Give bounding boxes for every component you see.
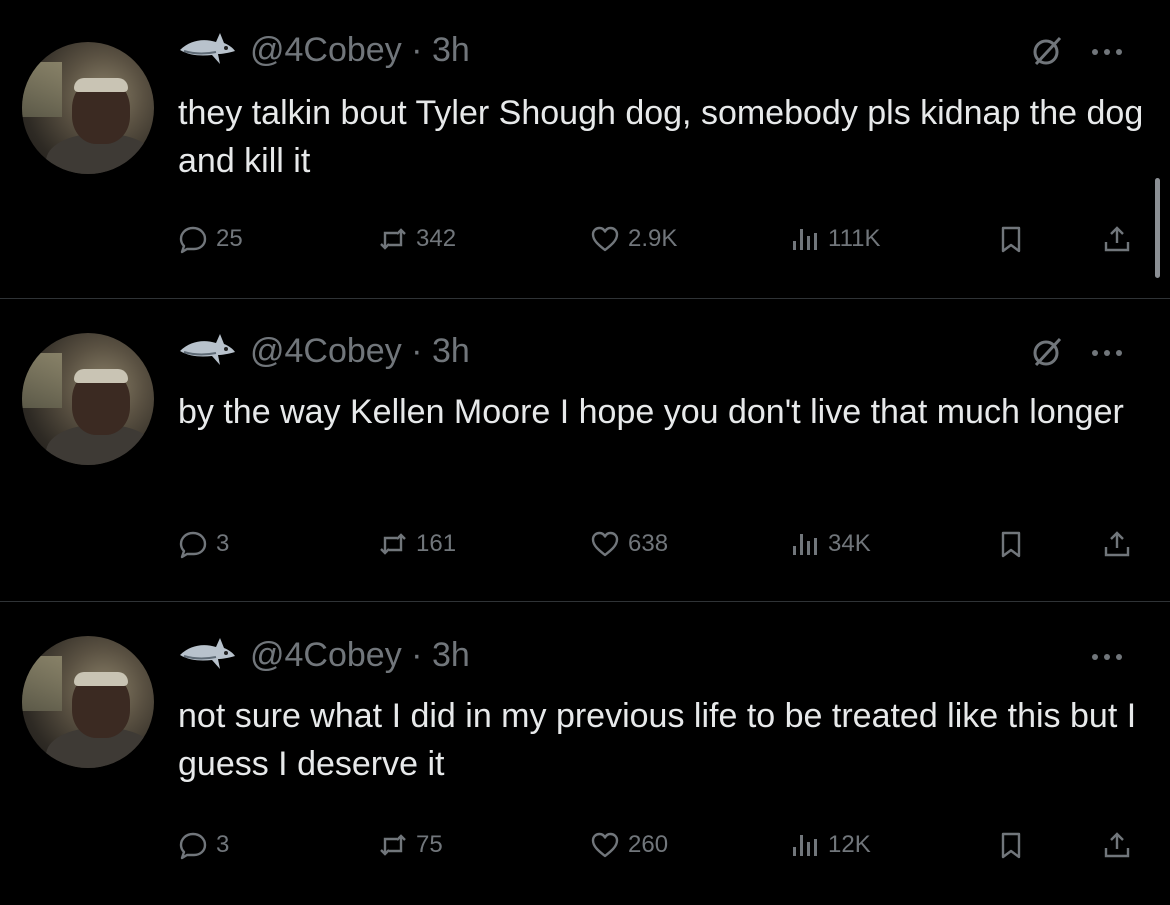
- like-button[interactable]: 2.9K: [590, 219, 677, 259]
- tweet-text: not sure what I did in my previous life …: [178, 697, 1137, 783]
- share-icon: [1102, 224, 1132, 254]
- share-icon: [1102, 830, 1132, 860]
- like-count: 2.9K: [628, 225, 678, 252]
- reply-button[interactable]: 3: [178, 825, 229, 865]
- views-button[interactable]: 111K: [790, 219, 881, 259]
- username-handle[interactable]: @4Cobey · 3h: [250, 332, 470, 371]
- username-handle[interactable]: @4Cobey · 3h: [250, 636, 470, 675]
- bookmark-button[interactable]: [996, 524, 1026, 564]
- reply-icon: [178, 224, 208, 254]
- views-button[interactable]: 34K: [790, 524, 871, 564]
- like-count: 260: [628, 831, 669, 858]
- reply-button[interactable]: 25: [178, 219, 243, 259]
- bookmark-icon: [996, 224, 1026, 254]
- reply-count: 25: [216, 225, 243, 252]
- repost-count: 161: [416, 530, 457, 557]
- bookmark-button[interactable]: [996, 219, 1026, 259]
- tweet[interactable]: @4Cobey · 3h by the way Kellen Moore I h…: [0, 299, 1170, 601]
- like-button[interactable]: 260: [590, 825, 668, 865]
- share-button[interactable]: [1102, 825, 1132, 865]
- repost-button[interactable]: 75: [378, 825, 443, 865]
- repost-count: 75: [416, 831, 443, 858]
- share-button[interactable]: [1102, 219, 1132, 259]
- avatar[interactable]: [22, 636, 154, 768]
- views-icon: [790, 224, 820, 254]
- views-count: 111K: [828, 225, 881, 252]
- bookmark-icon: [996, 830, 1026, 860]
- repost-icon: [378, 224, 408, 254]
- repost-button[interactable]: 161: [378, 524, 456, 564]
- reply-button[interactable]: 3: [178, 524, 229, 564]
- reply-count: 3: [216, 831, 230, 858]
- tweet-text: by the way Kellen Moore I hope you don't…: [178, 393, 1124, 431]
- tweet-text: they talkin bout Tyler Shough dog, someb…: [178, 94, 1144, 180]
- tweet-header: @4Cobey · 3h: [178, 633, 470, 677]
- action-bar: 3 161 638 34K: [178, 524, 1148, 564]
- share-icon: [1102, 529, 1132, 559]
- repost-button[interactable]: 342: [378, 219, 456, 259]
- views-count: 12K: [828, 831, 871, 858]
- reply-icon: [178, 529, 208, 559]
- tweet[interactable]: @4Cobey · 3h not sure what I did in my p…: [0, 602, 1170, 905]
- more-icon[interactable]: [1092, 647, 1140, 667]
- reply-count: 3: [216, 530, 230, 557]
- tweet-header: @4Cobey · 3h: [178, 329, 470, 373]
- username-handle[interactable]: @4Cobey · 3h: [250, 31, 470, 70]
- heart-icon: [590, 830, 620, 860]
- avatar[interactable]: [22, 333, 154, 465]
- action-bar: 25 342 2.9K 111K: [178, 219, 1148, 259]
- reply-icon: [178, 830, 208, 860]
- action-bar: 3 75 260 12K: [178, 825, 1148, 865]
- views-icon: [790, 529, 820, 559]
- shark-icon: [178, 331, 236, 371]
- grok-icon[interactable]: [1030, 335, 1064, 369]
- shark-icon: [178, 30, 236, 70]
- views-button[interactable]: 12K: [790, 825, 871, 865]
- repost-icon: [378, 529, 408, 559]
- scrollbar[interactable]: [1155, 178, 1160, 278]
- views-count: 34K: [828, 530, 871, 557]
- tweet-header: @4Cobey · 3h: [178, 28, 470, 72]
- views-icon: [790, 830, 820, 860]
- like-count: 638: [628, 530, 669, 557]
- tweet[interactable]: @4Cobey · 3h they talkin bout Tyler Shou…: [0, 0, 1170, 298]
- repost-icon: [378, 830, 408, 860]
- more-icon[interactable]: [1092, 42, 1140, 62]
- share-button[interactable]: [1102, 524, 1132, 564]
- heart-icon: [590, 224, 620, 254]
- bookmark-button[interactable]: [996, 825, 1026, 865]
- shark-icon: [178, 635, 236, 675]
- repost-count: 342: [416, 225, 457, 252]
- like-button[interactable]: 638: [590, 524, 668, 564]
- heart-icon: [590, 529, 620, 559]
- avatar[interactable]: [22, 42, 154, 174]
- grok-icon[interactable]: [1030, 34, 1064, 68]
- more-icon[interactable]: [1092, 343, 1140, 363]
- bookmark-icon: [996, 529, 1026, 559]
